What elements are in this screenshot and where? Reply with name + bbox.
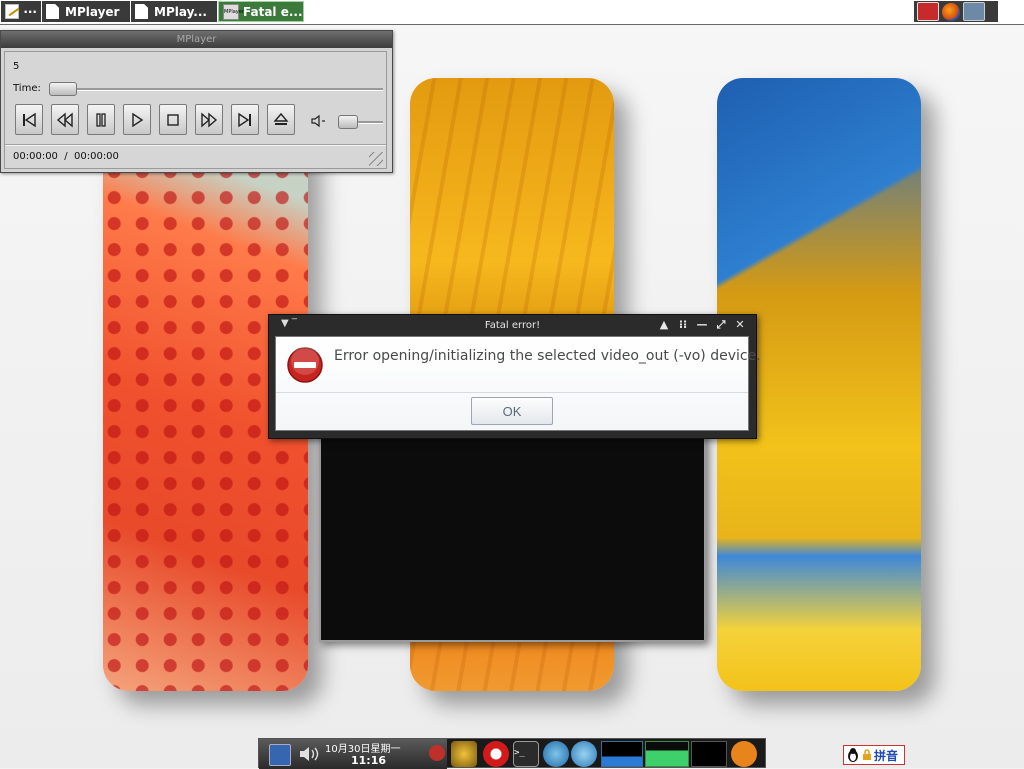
network-tools-icon[interactable] (571, 741, 597, 767)
time-label: Time: (13, 83, 41, 94)
eject-icon (273, 112, 289, 125)
bottom-dock: 10月30日星期一 11:16 >_ (258, 738, 766, 769)
maximize-button[interactable]: ⤢ (714, 318, 728, 332)
dock-clock-area: 10月30日星期一 11:16 (259, 739, 447, 769)
penguin-icon (848, 748, 858, 762)
play-button[interactable] (123, 104, 151, 135)
dialog-body: Error opening/initializing the selected … (275, 336, 761, 431)
mplayer-titlebar[interactable]: MPlayer (1, 31, 392, 48)
video-output-window[interactable] (319, 430, 706, 642)
document-icon (46, 4, 59, 19)
media-app-icon[interactable] (451, 741, 477, 767)
opera-icon[interactable] (483, 741, 509, 767)
app-menu-button[interactable]: ··· (1, 1, 41, 22)
dialog-divider (276, 392, 748, 393)
shade-button[interactable]: ▲ (657, 318, 671, 331)
next-button[interactable] (231, 104, 259, 135)
launcher-dots: ··· (23, 4, 37, 19)
network-monitor-graph[interactable] (691, 741, 727, 767)
seek-slider-thumb[interactable] (49, 82, 77, 96)
eject-button[interactable] (267, 104, 295, 135)
stop-icon (167, 113, 179, 126)
firefox-icon[interactable] (942, 2, 960, 21)
elapsed-time: 00:00:00 / 00:00:00 (13, 151, 119, 162)
status-separator (5, 144, 386, 146)
minimize-button[interactable]: — (695, 318, 709, 331)
fast-forward-icon (201, 111, 218, 128)
cpu-monitor-graph[interactable] (601, 741, 643, 767)
fatal-error-dialog: Fatal error! ▼ ‾ ▲ ⁝⁝ — ⤢ ✕ Error openin… (268, 314, 761, 439)
track-number: 5 (13, 61, 20, 72)
seek-slider-track[interactable] (51, 88, 383, 91)
taskbar-item-fatal-error[interactable]: MPlayer Fatal e... (218, 1, 304, 22)
skip-forward-icon (238, 112, 251, 127)
globe-icon[interactable] (543, 741, 569, 767)
sticky-button[interactable]: ⁝⁝ (676, 318, 690, 331)
network-status-icon[interactable] (429, 745, 445, 761)
mplayer-controls-panel: 5 Time: 00:00:00 / 00:00:00 (4, 51, 387, 169)
volume-icon (311, 114, 325, 128)
taskbar-item-label: MPlay... (154, 4, 207, 19)
skip-back-icon (23, 112, 36, 127)
ok-button[interactable]: OK (471, 397, 553, 425)
dock-date: 10月30日星期一 (325, 744, 401, 755)
file-manager-icon[interactable] (269, 744, 291, 766)
mplayer-icon: MPlayer (223, 3, 244, 20)
taskbar-item-label: Fatal e... (243, 4, 303, 19)
previous-button[interactable] (15, 104, 43, 135)
terminal-icon[interactable]: >_ (513, 741, 539, 767)
error-message: Error opening/initializing the selected … (334, 348, 761, 364)
dock-clock[interactable]: 11:16 (351, 754, 386, 767)
ubuntu-logo-icon[interactable] (731, 741, 757, 767)
tray-app-icon[interactable] (917, 2, 939, 21)
volume-slider-thumb[interactable] (338, 115, 358, 129)
mplayer-window: MPlayer 5 Time: 00:00:00 / 00:00:00 (0, 30, 393, 173)
document-icon (135, 4, 148, 19)
taskbar-item-mplayer[interactable]: MPlayer (42, 1, 130, 22)
close-button[interactable]: ✕ (733, 318, 747, 331)
play-icon (132, 112, 144, 127)
speaker-icon[interactable] (299, 746, 323, 762)
window-menu-button[interactable]: ▼ ‾ (281, 318, 297, 329)
pause-icon (96, 112, 106, 127)
fast-forward-button[interactable] (195, 104, 223, 135)
rewind-button[interactable] (51, 104, 79, 135)
show-desktop-icon[interactable] (963, 2, 985, 21)
stop-button[interactable] (159, 104, 187, 135)
resize-grip[interactable] (369, 152, 383, 166)
error-stop-icon (287, 347, 323, 383)
rewind-icon (56, 111, 73, 128)
taskbar-item-mplayer-2[interactable]: MPlay... (131, 1, 217, 22)
ime-indicator[interactable]: 拼音 (843, 745, 905, 765)
pause-button[interactable] (87, 104, 115, 135)
lock-icon (863, 749, 871, 760)
ime-label: 拼音 (874, 748, 899, 763)
taskbar-item-label: MPlayer (65, 4, 120, 19)
top-taskbar: ··· MPlayer MPlay... MPlayer Fatal e... (0, 0, 1024, 25)
top-tray (914, 1, 998, 22)
memory-monitor-graph[interactable] (645, 741, 689, 767)
notepad-icon (5, 4, 20, 19)
